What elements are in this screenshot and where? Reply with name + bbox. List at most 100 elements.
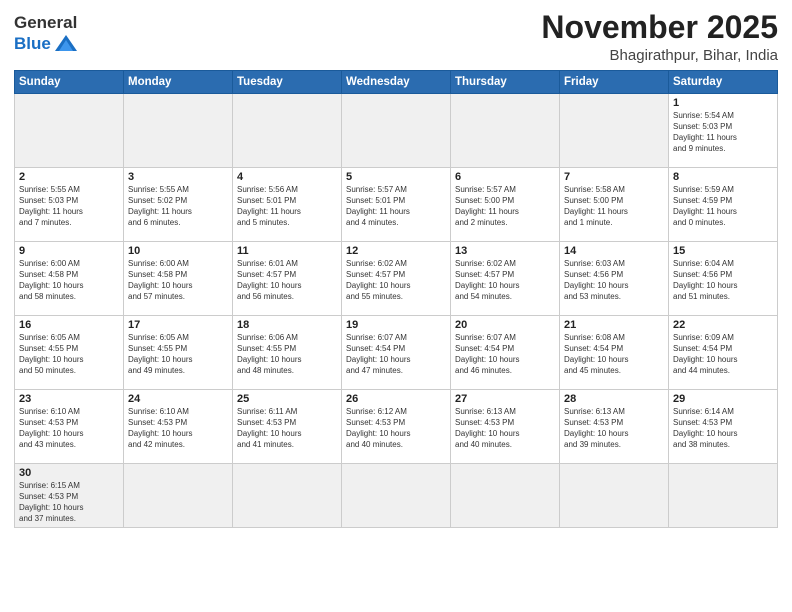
calendar-cell: 12Sunrise: 6:02 AM Sunset: 4:57 PM Dayli…: [342, 242, 451, 316]
day-of-week-header: Wednesday: [342, 71, 451, 94]
day-number: 28: [564, 393, 664, 405]
calendar-cell: 28 Sunrise: 6:13 AM Sunset: 4:53 PM Dayli…: [560, 390, 669, 464]
day-number: 25: [237, 393, 337, 405]
calendar-cell: 17 Sunrise: 6:05 AM Sunset: 4:55 PM Dayli…: [124, 316, 233, 390]
day-info: Sunrise: 5:57 AM Sunset: 5:00 PM Dayligh…: [455, 185, 555, 228]
logo-area: General Blue: [14, 10, 79, 55]
calendar-cell: 25 Sunrise: 6:11 AM Sunset: 4:53 PM Dayli…: [233, 390, 342, 464]
day-info: Sunrise: 6:07 AM Sunset: 4:54 PM Dayligh…: [346, 333, 446, 376]
day-of-week-header: Monday: [124, 71, 233, 94]
day-of-week-header: Saturday: [669, 71, 778, 94]
logo-icon: [53, 33, 79, 55]
calendar-cell: [342, 464, 451, 528]
calendar-cell: 19 Sunrise: 6:07 AM Sunset: 4:54 PM Dayli…: [342, 316, 451, 390]
day-number: 20: [455, 319, 555, 331]
day-info: Sunrise: 5:55 AM Sunset: 5:02 PM Dayligh…: [128, 185, 228, 228]
day-info: Sunrise: 6:00 AM Sunset: 4:58 PM Dayligh…: [19, 259, 119, 302]
calendar-cell: [451, 94, 560, 168]
day-number: 3: [128, 171, 228, 183]
day-number: 9: [19, 245, 119, 257]
day-info: Sunrise: 5:54 AM Sunset: 5:03 PM Dayligh…: [673, 111, 773, 154]
calendar-cell: [560, 464, 669, 528]
calendar-cell: 18 Sunrise: 6:06 AM Sunset: 4:55 PM Dayli…: [233, 316, 342, 390]
day-number: 22: [673, 319, 773, 331]
day-info: Sunrise: 6:06 AM Sunset: 4:55 PM Dayligh…: [237, 333, 337, 376]
day-number: 29: [673, 393, 773, 405]
day-number: 24: [128, 393, 228, 405]
calendar-cell: 1 Sunrise: 5:54 AM Sunset: 5:03 PM Daylig…: [669, 94, 778, 168]
day-info: Sunrise: 6:11 AM Sunset: 4:53 PM Dayligh…: [237, 407, 337, 450]
day-number: 7: [564, 171, 664, 183]
page: General Blue November 2025 Bhagirathpur,…: [0, 0, 792, 612]
calendar-cell: 26 Sunrise: 6:12 AM Sunset: 4:53 PM Dayli…: [342, 390, 451, 464]
day-number: 26: [346, 393, 446, 405]
day-number: 17: [128, 319, 228, 331]
calendar-cell: [451, 464, 560, 528]
day-info: Sunrise: 6:14 AM Sunset: 4:53 PM Dayligh…: [673, 407, 773, 450]
calendar-cell: [560, 94, 669, 168]
calendar-cell: 21 Sunrise: 6:08 AM Sunset: 4:54 PM Dayli…: [560, 316, 669, 390]
calendar-cell: 22 Sunrise: 6:09 AM Sunset: 4:54 PM Dayli…: [669, 316, 778, 390]
day-info: Sunrise: 6:03 AM Sunset: 4:56 PM Dayligh…: [564, 259, 664, 302]
logo-blue: Blue: [14, 34, 51, 54]
month-title: November 2025: [541, 10, 778, 45]
day-info: Sunrise: 6:02 AM Sunset: 4:57 PM Dayligh…: [346, 259, 446, 302]
day-info: Sunrise: 6:04 AM Sunset: 4:56 PM Dayligh…: [673, 259, 773, 302]
calendar-cell: [124, 94, 233, 168]
day-info: Sunrise: 6:05 AM Sunset: 4:55 PM Dayligh…: [128, 333, 228, 376]
calendar-cell: 30 Sunrise: 6:15 AM Sunset: 4:53 PM Dayli…: [15, 464, 124, 528]
calendar-cell: 27 Sunrise: 6:13 AM Sunset: 4:53 PM Dayli…: [451, 390, 560, 464]
calendar-cell: 10Sunrise: 6:00 AM Sunset: 4:58 PM Dayli…: [124, 242, 233, 316]
calendar-cell: [124, 464, 233, 528]
day-info: Sunrise: 6:12 AM Sunset: 4:53 PM Dayligh…: [346, 407, 446, 450]
calendar-cell: [15, 94, 124, 168]
day-info: Sunrise: 6:15 AM Sunset: 4:53 PM Dayligh…: [19, 481, 119, 524]
day-info: Sunrise: 6:10 AM Sunset: 4:53 PM Dayligh…: [19, 407, 119, 450]
calendar-cell: 7 Sunrise: 5:58 AM Sunset: 5:00 PM Daylig…: [560, 168, 669, 242]
calendar-cell: [233, 464, 342, 528]
day-number: 14: [564, 245, 664, 257]
calendar-cell: 11Sunrise: 6:01 AM Sunset: 4:57 PM Dayli…: [233, 242, 342, 316]
day-number: 1: [673, 97, 773, 109]
calendar-cell: [669, 464, 778, 528]
calendar-cell: 8Sunrise: 5:59 AM Sunset: 4:59 PM Daylig…: [669, 168, 778, 242]
day-info: Sunrise: 6:10 AM Sunset: 4:53 PM Dayligh…: [128, 407, 228, 450]
day-info: Sunrise: 6:09 AM Sunset: 4:54 PM Dayligh…: [673, 333, 773, 376]
calendar-cell: 5 Sunrise: 5:57 AM Sunset: 5:01 PM Daylig…: [342, 168, 451, 242]
calendar-cell: 14 Sunrise: 6:03 AM Sunset: 4:56 PM Dayli…: [560, 242, 669, 316]
calendar: SundayMondayTuesdayWednesdayThursdayFrid…: [14, 70, 778, 528]
header: General Blue November 2025 Bhagirathpur,…: [14, 10, 778, 64]
day-number: 30: [19, 467, 119, 479]
calendar-cell: 29 Sunrise: 6:14 AM Sunset: 4:53 PM Dayli…: [669, 390, 778, 464]
calendar-cell: 16Sunrise: 6:05 AM Sunset: 4:55 PM Dayli…: [15, 316, 124, 390]
day-info: Sunrise: 6:13 AM Sunset: 4:53 PM Dayligh…: [455, 407, 555, 450]
calendar-cell: [233, 94, 342, 168]
day-number: 23: [19, 393, 119, 405]
day-number: 27: [455, 393, 555, 405]
day-number: 21: [564, 319, 664, 331]
day-number: 19: [346, 319, 446, 331]
day-number: 10: [128, 245, 228, 257]
day-info: Sunrise: 5:55 AM Sunset: 5:03 PM Dayligh…: [19, 185, 119, 228]
calendar-cell: 20 Sunrise: 6:07 AM Sunset: 4:54 PM Dayli…: [451, 316, 560, 390]
day-info: Sunrise: 5:56 AM Sunset: 5:01 PM Dayligh…: [237, 185, 337, 228]
day-number: 18: [237, 319, 337, 331]
day-number: 5: [346, 171, 446, 183]
location-title: Bhagirathpur, Bihar, India: [541, 47, 778, 64]
day-info: Sunrise: 6:08 AM Sunset: 4:54 PM Dayligh…: [564, 333, 664, 376]
calendar-cell: 9 Sunrise: 6:00 AM Sunset: 4:58 PM Daylig…: [15, 242, 124, 316]
day-info: Sunrise: 6:13 AM Sunset: 4:53 PM Dayligh…: [564, 407, 664, 450]
calendar-cell: 13Sunrise: 6:02 AM Sunset: 4:57 PM Dayli…: [451, 242, 560, 316]
day-number: 15: [673, 245, 773, 257]
day-number: 2: [19, 171, 119, 183]
day-number: 11: [237, 245, 337, 257]
day-info: Sunrise: 6:07 AM Sunset: 4:54 PM Dayligh…: [455, 333, 555, 376]
day-info: Sunrise: 6:02 AM Sunset: 4:57 PM Dayligh…: [455, 259, 555, 302]
day-of-week-header: Thursday: [451, 71, 560, 94]
calendar-cell: 4Sunrise: 5:56 AM Sunset: 5:01 PM Daylig…: [233, 168, 342, 242]
day-info: Sunrise: 5:57 AM Sunset: 5:01 PM Dayligh…: [346, 185, 446, 228]
day-number: 6: [455, 171, 555, 183]
calendar-cell: 3 Sunrise: 5:55 AM Sunset: 5:02 PM Daylig…: [124, 168, 233, 242]
day-info: Sunrise: 5:58 AM Sunset: 5:00 PM Dayligh…: [564, 185, 664, 228]
day-of-week-header: Friday: [560, 71, 669, 94]
